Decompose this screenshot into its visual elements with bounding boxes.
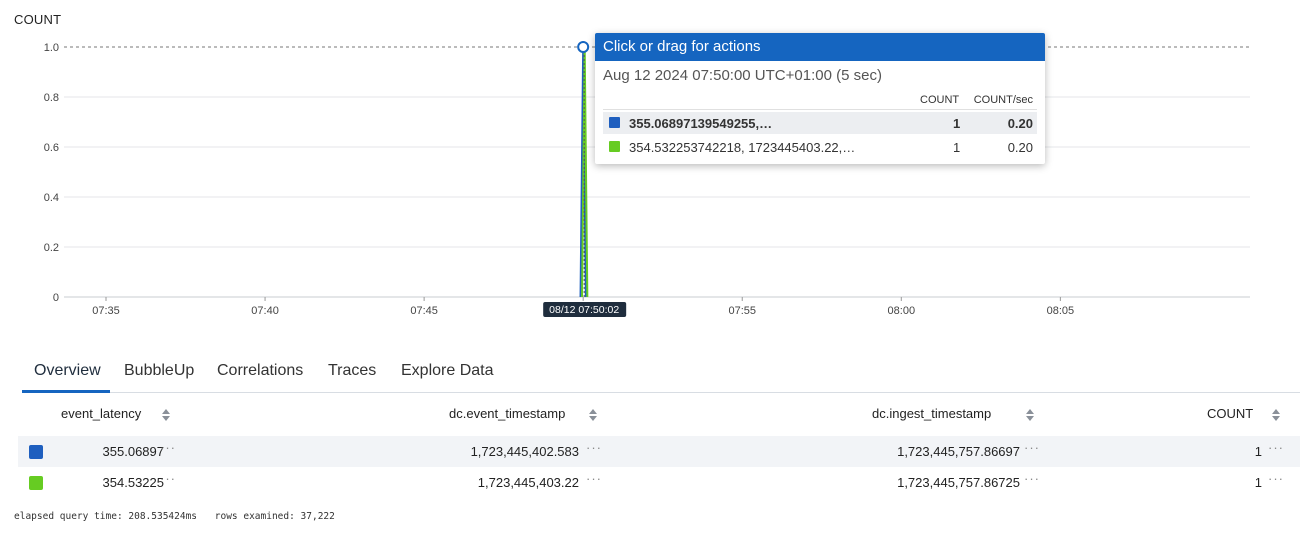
- hover-point[interactable]: [577, 41, 590, 53]
- tab-overview[interactable]: Overview: [34, 362, 101, 380]
- y-tick-label: 0.4: [44, 192, 59, 204]
- cell-count: 1: [1254, 444, 1262, 459]
- result-tabs: Overview BubbleUp Correlations Traces Ex…: [22, 350, 1300, 393]
- tab-bubbleup[interactable]: BubbleUp: [124, 362, 194, 380]
- more-options-icon[interactable]: ···: [160, 440, 176, 455]
- x-tick-label: 08:00: [888, 305, 916, 317]
- y-tick-label: 0.6: [44, 142, 59, 154]
- y-tick-label: 0.2: [44, 242, 59, 254]
- sort-icon[interactable]: [588, 407, 598, 423]
- more-options-icon[interactable]: ···: [1024, 471, 1040, 486]
- tooltip-header[interactable]: Click or drag for actions: [595, 33, 1045, 61]
- cell-dc-event-timestamp: 1,723,445,402.583: [470, 444, 579, 459]
- series-swatch: [609, 141, 620, 152]
- tooltip-row-rate: 0.20: [1007, 116, 1033, 131]
- column-header-dc-ingest-timestamp[interactable]: dc.ingest_timestamp: [872, 406, 1035, 436]
- more-options-icon[interactable]: ···: [160, 471, 176, 486]
- tooltip-row[interactable]: 355.06897139549255,… 1 0.20: [603, 112, 1037, 134]
- column-header-label: dc.ingest_timestamp: [872, 406, 992, 421]
- more-options-icon[interactable]: ···: [1024, 440, 1040, 455]
- tooltip-row-rate: 0.20: [1007, 140, 1033, 155]
- cell-event-latency: 355.06897: [102, 444, 164, 459]
- tooltip-col-count: COUNT: [920, 94, 960, 106]
- more-options-icon[interactable]: ···: [1268, 440, 1284, 455]
- tooltip-row-count: 1: [953, 116, 961, 131]
- column-header-label: event_latency: [61, 406, 142, 421]
- cell-dc-ingest-timestamp: 1,723,445,757.86725: [897, 475, 1020, 490]
- more-options-icon[interactable]: ···: [586, 440, 602, 455]
- x-tick-label: 07:35: [92, 305, 120, 317]
- cell-event-latency: 354.53225: [102, 475, 164, 490]
- sort-icon[interactable]: [1025, 407, 1035, 423]
- series-swatch: [609, 117, 620, 128]
- tooltip-column-headers: COUNT COUNT/sec: [603, 89, 1037, 110]
- elapsed-query-time: elapsed query time: 208.535424ms: [14, 511, 198, 522]
- tooltip-row-count: 1: [953, 140, 961, 155]
- active-tab-indicator: [22, 390, 110, 393]
- table-row[interactable]: 354.53225 ··· 1,723,445,403.22 ··· 1,723…: [18, 467, 1300, 498]
- cell-dc-event-timestamp: 1,723,445,403.22: [477, 475, 579, 490]
- y-tick-label: 1.0: [44, 42, 59, 54]
- tab-explore-data[interactable]: Explore Data: [401, 362, 494, 380]
- tooltip-row[interactable]: 354.532253742218, 1723445403.22,… 1 0.20: [603, 136, 1037, 158]
- x-tick-label: 08:05: [1047, 305, 1075, 317]
- sort-icon[interactable]: [161, 407, 171, 423]
- y-tick-label: 0: [53, 292, 59, 304]
- x-tick-label: 07:45: [410, 305, 438, 317]
- tooltip-row-label: 355.06897139549255,…: [629, 116, 773, 131]
- sort-icon[interactable]: [1271, 407, 1281, 423]
- more-options-icon[interactable]: ···: [586, 471, 602, 486]
- y-tick-label: 0.8: [44, 92, 59, 104]
- tab-correlations[interactable]: Correlations: [217, 362, 303, 380]
- series-swatch: [29, 476, 43, 490]
- column-header-event-latency[interactable]: event_latency: [61, 406, 173, 436]
- query-stats: elapsed query time: 208.535424ms rows ex…: [14, 511, 335, 522]
- x-tick-label: 07:40: [251, 305, 279, 317]
- more-options-icon[interactable]: ···: [1268, 471, 1284, 486]
- series-swatch: [29, 445, 43, 459]
- tooltip-col-rate: COUNT/sec: [973, 94, 1033, 106]
- table-row[interactable]: 355.06897 ··· 1,723,445,402.583 ··· 1,72…: [18, 436, 1300, 467]
- chart-tooltip[interactable]: Click or drag for actions Aug 12 2024 07…: [595, 33, 1045, 164]
- column-header-label: dc.event_timestamp: [449, 406, 566, 421]
- rows-examined: rows examined: 37,222: [214, 511, 335, 522]
- crosshair-label: 08/12 07:50:02: [549, 304, 619, 316]
- column-header-dc-event-timestamp[interactable]: dc.event_timestamp: [449, 406, 599, 436]
- column-header-label: COUNT: [1207, 406, 1254, 421]
- column-header-count[interactable]: COUNT: [1207, 406, 1287, 436]
- x-tick-label: 07:55: [728, 305, 756, 317]
- tooltip-subtitle: Aug 12 2024 07:50:00 UTC+01:00 (5 sec): [603, 67, 882, 84]
- cell-count: 1: [1254, 475, 1262, 490]
- tooltip-row-label: 354.532253742218, 1723445403.22,…: [629, 140, 856, 155]
- tab-traces[interactable]: Traces: [328, 362, 376, 380]
- cell-dc-ingest-timestamp: 1,723,445,757.86697: [897, 444, 1020, 459]
